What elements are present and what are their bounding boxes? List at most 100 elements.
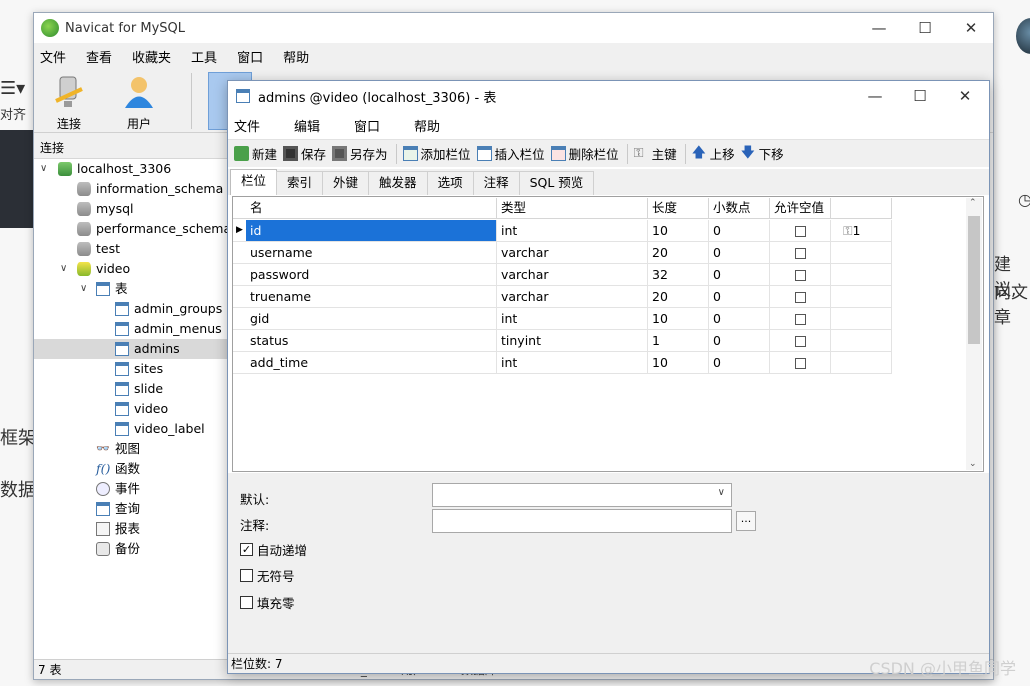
column-header-key[interactable] <box>831 198 892 219</box>
scroll-down-icon[interactable]: ⌄ <box>969 459 977 469</box>
row-header[interactable] <box>233 286 247 308</box>
column-header-nullable[interactable]: 允许空值 ( <box>770 198 831 235</box>
row-header[interactable] <box>233 242 247 264</box>
field-decimals-cell[interactable]: 0 <box>709 220 770 242</box>
close-button[interactable]: ✕ <box>948 13 994 43</box>
unsigned-checkbox[interactable]: 无符号 <box>240 566 295 585</box>
tab-indexes[interactable]: 索引 <box>276 171 324 195</box>
row-header[interactable]: ▶ <box>233 220 247 242</box>
field-nullable-cell[interactable] <box>770 308 831 330</box>
chevron-down-icon[interactable]: ∨ <box>60 263 67 274</box>
scroll-up-icon[interactable]: ⌃ <box>969 198 977 208</box>
column-header-name[interactable]: 名 <box>246 198 497 219</box>
maximize-button[interactable]: ☐ <box>902 13 948 43</box>
field-key-cell[interactable] <box>831 264 892 286</box>
field-nullable-cell[interactable] <box>770 352 831 374</box>
field-length-cell[interactable]: 20 <box>648 242 709 264</box>
tree-queries-node[interactable]: 查询 <box>96 499 140 519</box>
designer-maximize-button[interactable]: ☐ <box>897 81 943 111</box>
tree-db-mysql[interactable]: mysql <box>77 199 134 219</box>
menu-favorites[interactable]: 收藏夹 <box>132 47 185 66</box>
tab-triggers[interactable]: 触发器 <box>368 171 428 195</box>
designer-title-bar[interactable]: admins @video (localhost_3306) - 表 — ☐ ✕ <box>228 81 989 111</box>
tab-sql-preview[interactable]: SQL 预览 <box>518 171 595 195</box>
insert-column-button[interactable]: 插入栏位 <box>476 144 545 163</box>
title-bar[interactable]: Navicat for MySQL — ☐ ✕ <box>34 13 993 43</box>
tree-table-slide[interactable]: slide <box>115 379 163 399</box>
field-type-cell[interactable]: varchar <box>497 286 648 308</box>
field-length-cell[interactable]: 10 <box>648 220 709 242</box>
chevron-down-icon[interactable]: ∨ <box>80 283 87 294</box>
primary-key-button[interactable]: ⚿ 主键 <box>634 144 677 163</box>
tree-table-admins[interactable]: admins <box>115 339 180 359</box>
field-length-cell[interactable]: 1 <box>648 330 709 352</box>
field-nullable-cell[interactable] <box>770 330 831 352</box>
tree-db-performance-schema[interactable]: performance_schema <box>77 219 231 239</box>
new-button[interactable]: 新建 <box>234 144 277 163</box>
field-key-cell[interactable] <box>831 352 892 374</box>
field-length-cell[interactable]: 32 <box>648 264 709 286</box>
field-name-cell[interactable]: username <box>246 242 497 264</box>
field-type-cell[interactable]: int <box>497 308 648 330</box>
zerofill-checkbox[interactable]: 填充零 <box>240 593 295 612</box>
scrollbar-thumb[interactable] <box>968 216 980 344</box>
move-down-button[interactable]: 🡇 下移 <box>741 144 784 163</box>
auto-increment-checkbox[interactable]: ✓ 自动递增 <box>240 540 307 559</box>
chevron-down-icon[interactable]: ∨ <box>40 163 47 174</box>
tree-table-admin-menus[interactable]: admin_menus <box>115 319 222 339</box>
row-header[interactable] <box>233 308 247 330</box>
nullable-checkbox[interactable] <box>794 292 806 303</box>
nullable-checkbox[interactable] <box>794 336 806 347</box>
designer-minimize-button[interactable]: — <box>852 81 898 111</box>
designer-menu-file[interactable]: 文件 <box>234 116 288 135</box>
field-decimals-cell[interactable]: 0 <box>709 308 770 330</box>
field-length-cell[interactable]: 20 <box>648 286 709 308</box>
nullable-checkbox[interactable] <box>794 270 806 281</box>
designer-menu-window[interactable]: 窗口 <box>354 116 408 135</box>
field-type-cell[interactable]: tinyint <box>497 330 648 352</box>
field-name-cell[interactable]: truename <box>246 286 497 308</box>
nullable-checkbox[interactable] <box>794 248 806 259</box>
tree-db-video[interactable]: video <box>77 259 130 279</box>
column-header-type[interactable]: 类型 <box>497 198 648 219</box>
comment-field[interactable] <box>432 509 732 533</box>
save-button[interactable]: 保存 <box>283 144 326 163</box>
menu-help[interactable]: 帮助 <box>283 47 323 66</box>
field-length-cell[interactable]: 10 <box>648 308 709 330</box>
nullable-checkbox[interactable] <box>794 226 806 237</box>
tree-table-sites[interactable]: sites <box>115 359 163 379</box>
designer-menu-help[interactable]: 帮助 <box>414 116 468 135</box>
designer-close-button[interactable]: ✕ <box>942 81 988 111</box>
tab-comment[interactable]: 注释 <box>472 171 520 195</box>
delete-column-button[interactable]: 删除栏位 <box>550 144 619 163</box>
field-nullable-cell[interactable] <box>770 264 831 286</box>
tree-views-node[interactable]: 👓 视图 <box>96 439 140 459</box>
field-key-cell[interactable] <box>831 286 892 308</box>
tab-foreign-keys[interactable]: 外键 <box>322 171 370 195</box>
tree-reports-node[interactable]: 报表 <box>96 519 140 539</box>
browse-button[interactable]: ... <box>736 511 756 531</box>
field-name-cell[interactable]: gid <box>246 308 497 330</box>
field-nullable-cell[interactable] <box>770 286 831 308</box>
field-decimals-cell[interactable]: 0 <box>709 242 770 264</box>
minimize-button[interactable]: — <box>856 13 902 43</box>
column-header-length[interactable]: 长度 <box>648 198 709 219</box>
field-type-cell[interactable]: varchar <box>497 242 648 264</box>
field-nullable-cell[interactable] <box>770 242 831 264</box>
field-length-cell[interactable]: 10 <box>648 352 709 374</box>
column-header-decimals[interactable]: 小数点 <box>709 198 770 219</box>
tree-table-video[interactable]: video <box>115 399 168 419</box>
user-button[interactable]: 用户 <box>109 75 169 132</box>
tree-db-information-schema[interactable]: information_schema <box>77 179 223 199</box>
field-nullable-cell[interactable] <box>770 220 831 242</box>
connection-button[interactable]: 连接 <box>39 75 99 132</box>
tree-functions-node[interactable]: f() 函数 <box>96 459 140 479</box>
menu-tools[interactable]: 工具 <box>191 47 231 66</box>
field-name-cell[interactable]: status <box>246 330 497 352</box>
designer-menu-edit[interactable]: 编辑 <box>294 116 348 135</box>
menu-file[interactable]: 文件 <box>40 47 80 66</box>
field-decimals-cell[interactable]: 0 <box>709 264 770 286</box>
menu-window[interactable]: 窗口 <box>237 47 277 66</box>
field-key-cell[interactable]: ⚿1 <box>831 220 892 242</box>
field-name-cell[interactable]: password <box>246 264 497 286</box>
